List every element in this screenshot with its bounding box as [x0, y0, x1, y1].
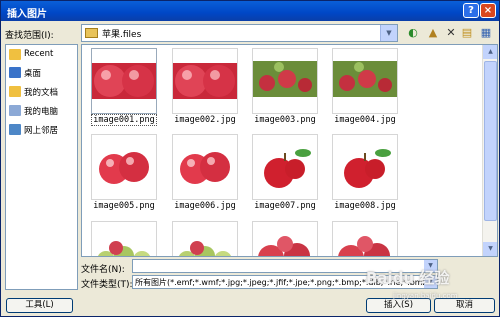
file-thumbnail[interactable]: [91, 134, 157, 200]
file-list-view: image008.jpg image007.png image006.jpg imag…: [81, 44, 498, 257]
file-name-text: image003.png: [254, 115, 316, 125]
lookin-label: 查找范围(I):: [5, 31, 54, 41]
file-name[interactable]: image002.jpg: [160, 115, 250, 125]
file-thumbnail[interactable]: [332, 48, 398, 114]
places-bar: Recent 桌面 我的文档 我的电脑 网上邻居: [5, 44, 78, 290]
file-name-text: image005.png: [93, 201, 155, 211]
file-name[interactable]: image007.png: [240, 201, 330, 211]
apple-image-icon: [333, 222, 397, 256]
insert-button[interactable]: 插入(S): [366, 298, 431, 313]
help-button[interactable]: ?: [463, 3, 479, 18]
file-name[interactable]: image006.jpg: [160, 201, 250, 211]
file-thumbnail[interactable]: [252, 221, 318, 256]
lookin-value: 苹果.files: [102, 30, 142, 40]
apple-image-icon: [92, 49, 156, 113]
sidebar-item-desktop[interactable]: 桌面: [9, 65, 75, 81]
my-documents-icon: [9, 86, 21, 97]
apple-image-icon: [253, 49, 317, 113]
insert-picture-dialog: 插入图片 ? × 查找范围(I): 苹果.files ▼ ◐ ▲ ✕ ▤ ▦ R…: [0, 0, 500, 317]
sidebar-item-recent[interactable]: Recent: [9, 47, 75, 63]
file-name[interactable]: image001.png: [82, 114, 169, 126]
vertical-scrollbar[interactable]: ▲ ▼: [482, 45, 497, 256]
file-name-text: image002.jpg: [174, 115, 236, 125]
file-thumbnail[interactable]: [332, 134, 398, 200]
chevron-down-icon[interactable]: ▼: [380, 25, 397, 41]
file-thumbnail[interactable]: [332, 221, 398, 256]
title-bar: 插入图片 ? ×: [1, 1, 499, 21]
file-name[interactable]: image004.jpg: [320, 115, 410, 125]
close-button[interactable]: ×: [480, 3, 496, 18]
apple-image-icon: [173, 222, 237, 256]
sidebar-item-label: 我的文档: [24, 88, 59, 98]
file-thumbnail[interactable]: [172, 134, 238, 200]
back-button[interactable]: ◐: [403, 25, 423, 41]
filetype-label: 文件类型(T):: [81, 280, 133, 290]
file-name-text: image006.jpg: [174, 201, 236, 211]
sidebar-item-label: Recent: [24, 49, 54, 59]
delete-button[interactable]: ✕: [444, 25, 458, 41]
apple-image-icon: [253, 222, 317, 256]
file-thumbnail[interactable]: [252, 48, 318, 114]
sidebar-item-my-computer[interactable]: 我的电脑: [9, 103, 75, 119]
file-name-text: image004.jpg: [334, 115, 396, 125]
apple-image-icon: [92, 222, 156, 256]
apple-image-icon: [173, 135, 237, 199]
desktop-icon: [9, 67, 21, 78]
apple-image-icon: [333, 49, 397, 113]
sidebar-item-label: 我的电脑: [24, 107, 59, 117]
sidebar-item-my-documents[interactable]: 我的文档: [9, 84, 75, 100]
watermark-url: jingyan.baidu.com: [393, 292, 458, 300]
watermark: Baidu 经验: [366, 269, 450, 287]
apple-image-icon: [92, 135, 156, 199]
file-thumbnail[interactable]: [172, 48, 238, 114]
file-name[interactable]: image008.jpg: [320, 201, 410, 211]
tools-button[interactable]: 工具(L): [6, 298, 73, 313]
cancel-button[interactable]: 取消: [434, 298, 495, 313]
file-name-text: image008.jpg: [334, 201, 396, 211]
my-computer-icon: [9, 105, 21, 116]
apple-image-icon: [173, 49, 237, 113]
apple-image-icon: [333, 135, 397, 199]
lookin-dropdown[interactable]: 苹果.files ▼: [81, 24, 398, 42]
sidebar-item-label: 桌面: [24, 69, 42, 79]
network-places-icon: [9, 124, 21, 135]
file-name-text: image007.png: [254, 201, 316, 211]
scroll-down-icon[interactable]: ▼: [483, 242, 497, 256]
file-name-text: image001.png: [91, 114, 157, 126]
dialog-title: 插入图片: [7, 9, 47, 20]
folder-icon: [85, 28, 98, 38]
scroll-thumb[interactable]: [484, 61, 497, 221]
file-name[interactable]: image005.png: [82, 201, 169, 211]
scroll-up-icon[interactable]: ▲: [483, 45, 497, 59]
file-thumbnail[interactable]: [252, 134, 318, 200]
sidebar-item-network[interactable]: 网上邻居: [9, 122, 75, 138]
file-name[interactable]: image003.png: [240, 115, 330, 125]
file-thumbnail[interactable]: [91, 221, 157, 256]
up-folder-button[interactable]: ▲: [425, 25, 441, 41]
file-thumbnail[interactable]: [172, 221, 238, 256]
filename-label: 文件名(N):: [81, 265, 125, 275]
views-button[interactable]: ▦: [477, 25, 495, 41]
new-folder-button[interactable]: ▤: [460, 25, 474, 41]
apple-image-icon: [253, 135, 317, 199]
sidebar-item-label: 网上邻居: [24, 126, 59, 136]
recent-icon: [9, 49, 21, 60]
file-thumbnail[interactable]: [91, 48, 157, 114]
